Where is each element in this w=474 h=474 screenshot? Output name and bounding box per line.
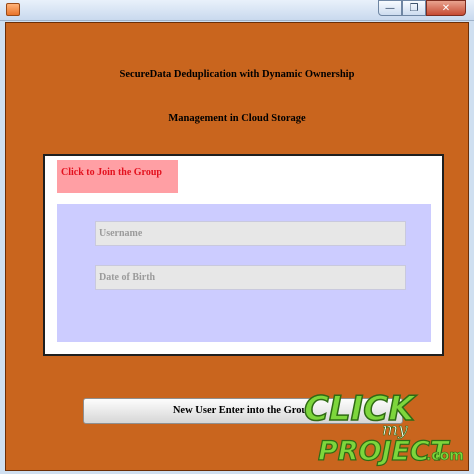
username-field[interactable]: Username — [95, 221, 406, 246]
date-of-birth-field[interactable]: Date of Birth — [95, 265, 406, 290]
join-group-button[interactable]: Click to Join the Group — [57, 160, 178, 193]
page-title-line1: SecureData Deduplication with Dynamic Ow… — [119, 69, 355, 80]
logo-word-com: .com — [426, 448, 464, 464]
app-icon — [6, 3, 20, 16]
login-form-area: Username Date of Birth — [57, 204, 431, 342]
join-group-panel: Click to Join the Group Username Date of… — [43, 154, 444, 356]
page-title-line2: Management in Cloud Storage — [168, 113, 306, 124]
window-controls: — ❐ ✕ — [378, 0, 466, 16]
minimize-button[interactable]: — — [378, 0, 402, 16]
window-titlebar[interactable]: — ❐ ✕ — [0, 0, 474, 21]
close-button[interactable]: ✕ — [426, 0, 466, 16]
restore-button[interactable]: ❐ — [402, 0, 426, 16]
clickmyproject-logo: CLICK my PROJECT .com — [303, 388, 464, 467]
